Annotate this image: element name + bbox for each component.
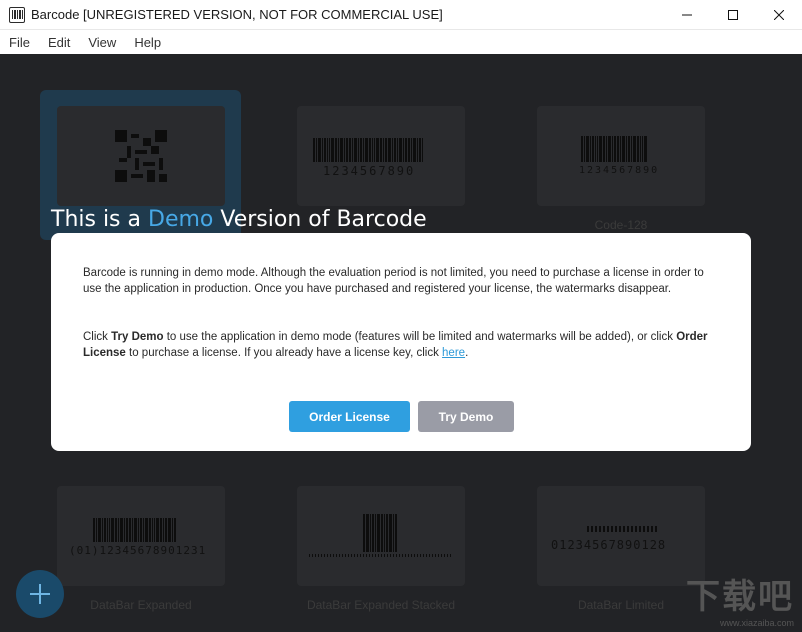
barcode-card-qr[interactable] (57, 106, 225, 206)
barcode-card-databar-limited[interactable]: 01234567890128 (537, 486, 705, 586)
add-barcode-button[interactable] (16, 570, 64, 618)
demo-heading-accent: Demo (148, 207, 213, 232)
stacked-baseline (309, 554, 453, 557)
barcode-number: (01)12345678901231 (69, 544, 206, 557)
site-watermark: 下载吧 www.xiazaiba.com (686, 569, 794, 628)
dialog-paragraph-2: Click Try Demo to use the application in… (83, 329, 723, 361)
card-label-databar-expanded-stacked: DataBar Expanded Stacked (281, 598, 481, 612)
maximize-button[interactable] (710, 0, 756, 30)
barcode-stacked-icon (363, 514, 398, 552)
barcode-linear-icon (93, 518, 177, 542)
dialog-paragraph-1: Barcode is running in demo mode. Althoug… (83, 265, 723, 297)
minimize-icon (682, 10, 692, 20)
barcode-linear-icon (587, 526, 657, 532)
barcode-number: 1234567890 (579, 165, 659, 176)
barcode-number: 1234567890 (323, 164, 415, 178)
license-key-link[interactable]: here (442, 347, 465, 359)
close-icon (774, 10, 784, 20)
minimize-button[interactable] (664, 0, 710, 30)
menu-view[interactable]: View (79, 35, 125, 50)
menu-bar: File Edit View Help (0, 30, 802, 54)
try-demo-button[interactable]: Try Demo (418, 401, 514, 432)
menu-file[interactable]: File (0, 35, 39, 50)
barcode-app-icon (9, 7, 25, 23)
title-bar: Barcode [UNREGISTERED VERSION, NOT FOR C… (0, 0, 802, 30)
demo-heading: This is a Demo Version of Barcode (51, 207, 427, 232)
close-button[interactable] (756, 0, 802, 30)
card-label-code128: Code-128 (521, 218, 721, 232)
demo-mode-dialog: Barcode is running in demo mode. Althoug… (51, 233, 751, 451)
maximize-icon (728, 10, 738, 20)
barcode-linear-icon (313, 138, 424, 162)
menu-help[interactable]: Help (125, 35, 170, 50)
barcode-card-databar-expanded-stacked[interactable] (297, 486, 465, 586)
plus-icon (28, 582, 52, 606)
card-label-databar-expanded: DataBar Expanded (41, 598, 241, 612)
menu-edit[interactable]: Edit (39, 35, 79, 50)
window-title: Barcode [UNREGISTERED VERSION, NOT FOR C… (31, 7, 443, 22)
order-license-button[interactable]: Order License (289, 401, 410, 432)
barcode-linear-icon (581, 136, 648, 162)
barcode-number: 01234567890128 (551, 538, 666, 552)
barcode-card-databar-expanded[interactable]: (01)12345678901231 (57, 486, 225, 586)
qr-code-icon (115, 130, 167, 182)
barcode-card-linear[interactable]: 1234567890 (297, 106, 465, 206)
barcode-card-code128[interactable]: 1234567890 (537, 106, 705, 206)
